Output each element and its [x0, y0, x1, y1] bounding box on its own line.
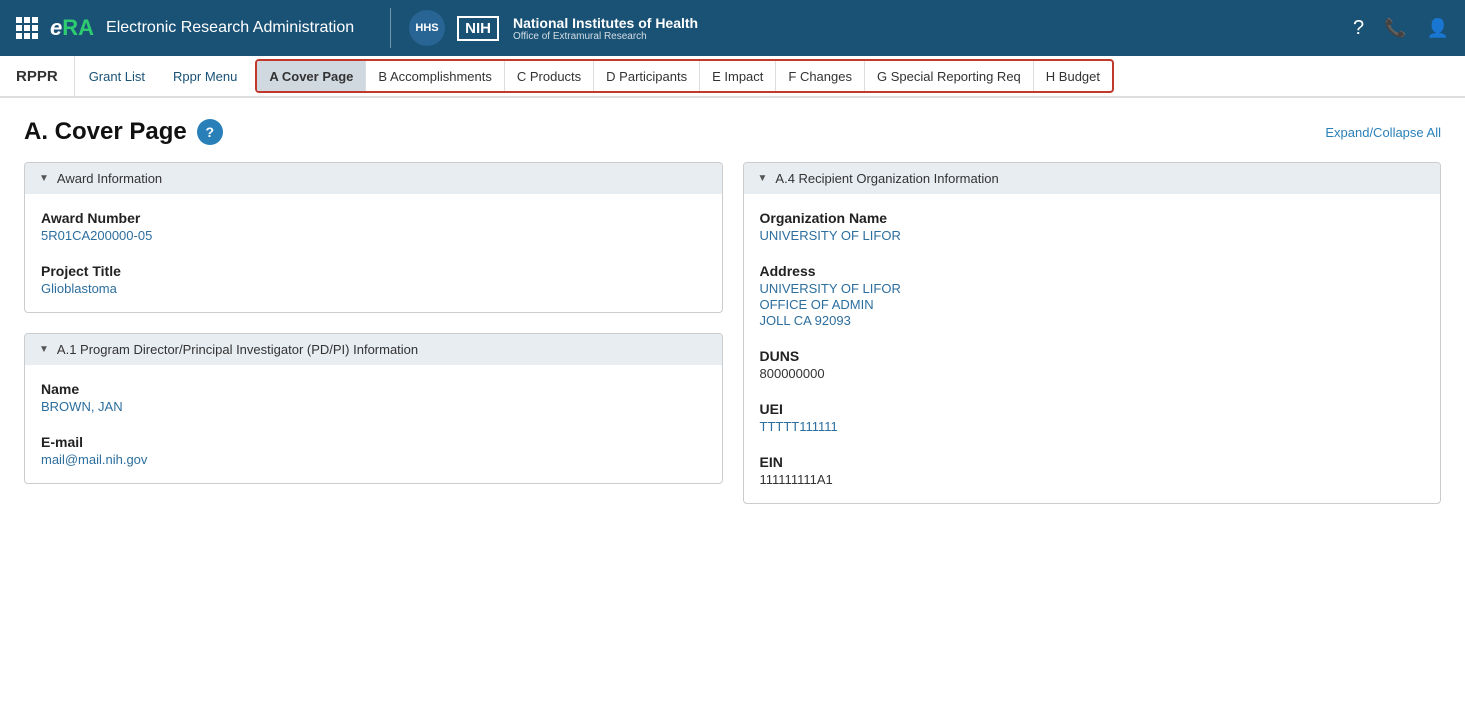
nav-bar: RPPR Grant List Rppr Menu A Cover Page B… — [0, 56, 1465, 98]
org-name-label: Organization Name — [760, 210, 1425, 226]
org-name-value: UNIVERSITY OF LIFOR — [760, 228, 1425, 243]
duns-field: DUNS 800000000 — [760, 348, 1425, 381]
header-divider — [390, 8, 391, 48]
uei-label: UEI — [760, 401, 1425, 417]
uei-value: TTTTT111111 — [760, 419, 1425, 434]
tab-g-special-reporting[interactable]: G Special Reporting Req — [865, 61, 1034, 91]
pi-name-label: Name — [41, 381, 706, 397]
tab-f-changes[interactable]: F Changes — [776, 61, 865, 91]
nav-grant-list[interactable]: Grant List — [75, 56, 159, 96]
page-title: A. Cover Page — [24, 118, 187, 146]
address-line3: JOLL CA 92093 — [760, 313, 1425, 328]
award-header-label: Award Information — [57, 171, 162, 186]
page-help-icon[interactable]: ? — [197, 119, 223, 145]
org-chevron-icon: ▼ — [758, 173, 768, 184]
pi-name-field: Name BROWN, JAN — [41, 381, 706, 414]
two-col-layout: ▼ Award Information Award Number 5R01CA2… — [24, 162, 1441, 504]
project-title-field: Project Title Glioblastoma — [41, 263, 706, 296]
pi-section-body: Name BROWN, JAN E-mail mail@mail.nih.gov — [25, 365, 722, 483]
tab-e-impact[interactable]: E Impact — [700, 61, 776, 91]
address-field: Address UNIVERSITY OF LIFOR OFFICE OF AD… — [760, 263, 1425, 328]
right-column: ▼ A.4 Recipient Organization Information… — [743, 162, 1442, 504]
user-button[interactable]: 👤 — [1427, 18, 1449, 39]
award-number-field: Award Number 5R01CA200000-05 — [41, 210, 706, 243]
left-column: ▼ Award Information Award Number 5R01CA2… — [24, 162, 723, 504]
award-section-body: Award Number 5R01CA200000-05 Project Tit… — [25, 194, 722, 312]
pi-email-value: mail@mail.nih.gov — [41, 452, 706, 467]
address-block: UNIVERSITY OF LIFOR OFFICE OF ADMIN JOLL… — [760, 281, 1425, 328]
ein-field: EIN 111111111A1 — [760, 454, 1425, 487]
svg-text:HHS: HHS — [416, 22, 439, 34]
nih-text-block: National Institutes of Health Office of … — [513, 15, 698, 42]
ein-value: 111111111A1 — [760, 472, 1425, 487]
nav-rppr-menu[interactable]: Rppr Menu — [159, 56, 251, 96]
tab-c-products[interactable]: C Products — [505, 61, 594, 91]
org-header-label: A.4 Recipient Organization Information — [775, 171, 998, 186]
project-title-value: Glioblastoma — [41, 281, 706, 296]
tab-b-accomplishments[interactable]: B Accomplishments — [366, 61, 504, 91]
app-header: e RA Electronic Research Administration … — [0, 0, 1465, 56]
nav-rppr-label: RPPR — [0, 56, 75, 96]
grid-menu-icon[interactable] — [16, 17, 38, 39]
pi-email-field: E-mail mail@mail.nih.gov — [41, 434, 706, 467]
help-button[interactable]: ? — [1353, 17, 1364, 40]
page-title-row: A. Cover Page ? Expand/Collapse All — [24, 118, 1441, 146]
org-name-field: Organization Name UNIVERSITY OF LIFOR — [760, 210, 1425, 243]
tab-h-budget[interactable]: H Budget — [1034, 61, 1112, 91]
uei-field: UEI TTTTT111111 — [760, 401, 1425, 434]
tab-bar: A Cover Page B Accomplishments C Product… — [255, 59, 1114, 93]
address-line2: OFFICE OF ADMIN — [760, 297, 1425, 312]
app-title: Electronic Research Administration — [106, 19, 354, 37]
page-title-area: A. Cover Page ? — [24, 118, 223, 146]
pi-chevron-icon: ▼ — [39, 344, 49, 355]
header-actions: ? 📞 👤 — [1353, 17, 1449, 40]
pi-name-value: BROWN, JAN — [41, 399, 706, 414]
org-section-header[interactable]: ▼ A.4 Recipient Organization Information — [744, 163, 1441, 194]
tab-d-participants[interactable]: D Participants — [594, 61, 700, 91]
phone-button[interactable]: 📞 — [1384, 18, 1406, 39]
pi-section-card: ▼ A.1 Program Director/Principal Investi… — [24, 333, 723, 484]
award-information-card: ▼ Award Information Award Number 5R01CA2… — [24, 162, 723, 313]
project-title-label: Project Title — [41, 263, 706, 279]
expand-collapse-all[interactable]: Expand/Collapse All — [1325, 125, 1441, 140]
era-logo: e RA — [50, 15, 94, 41]
award-number-label: Award Number — [41, 210, 706, 226]
pi-email-label: E-mail — [41, 434, 706, 450]
award-chevron-icon: ▼ — [39, 173, 49, 184]
duns-value: 800000000 — [760, 366, 1425, 381]
nih-badge: NIH — [457, 16, 499, 41]
award-number-value: 5R01CA200000-05 — [41, 228, 706, 243]
duns-label: DUNS — [760, 348, 1425, 364]
org-section-body: Organization Name UNIVERSITY OF LIFOR Ad… — [744, 194, 1441, 503]
nih-logo-area: HHS NIH National Institutes of Health Of… — [407, 8, 1353, 48]
pi-section-header[interactable]: ▼ A.1 Program Director/Principal Investi… — [25, 334, 722, 365]
ein-label: EIN — [760, 454, 1425, 470]
org-section-card: ▼ A.4 Recipient Organization Information… — [743, 162, 1442, 504]
award-information-header[interactable]: ▼ Award Information — [25, 163, 722, 194]
address-line1: UNIVERSITY OF LIFOR — [760, 281, 1425, 296]
pi-header-label: A.1 Program Director/Principal Investiga… — [57, 342, 418, 357]
hhs-icon: HHS — [407, 8, 447, 48]
main-content: A. Cover Page ? Expand/Collapse All ▼ Aw… — [0, 98, 1465, 524]
address-label: Address — [760, 263, 1425, 279]
tab-a-cover-page[interactable]: A Cover Page — [257, 61, 366, 91]
